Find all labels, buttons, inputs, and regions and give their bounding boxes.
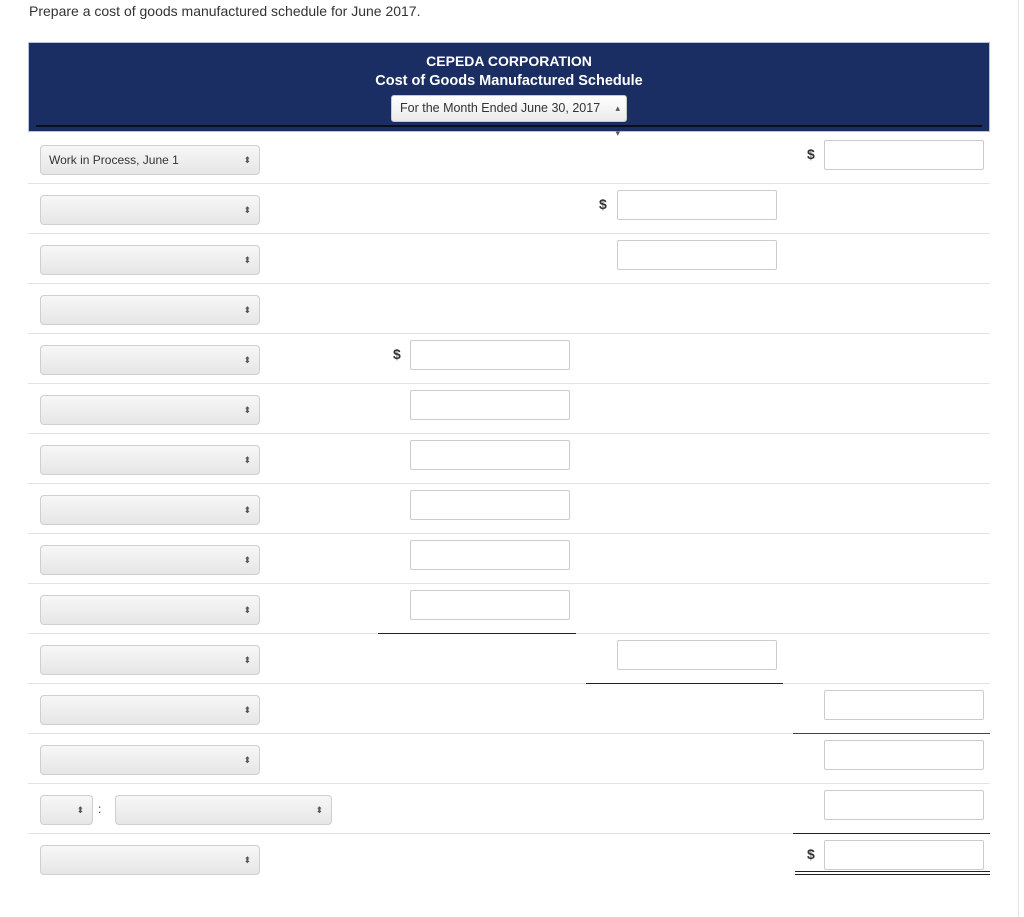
- select-arrows-icon: ⬍: [243, 705, 251, 715]
- period-select[interactable]: For the Month Ended June 30, 2017 ▴ ▾: [391, 95, 627, 138]
- schedule-title: Cost of Goods Manufactured Schedule: [375, 73, 643, 89]
- dollar-sign: $: [807, 846, 815, 862]
- select-arrows-icon: ⬍: [76, 805, 84, 815]
- select-arrows-icon: ⬍: [243, 205, 251, 215]
- colon-separator: :: [98, 802, 102, 816]
- amount-input-col3[interactable]: [824, 790, 984, 820]
- select-arrows-icon: ⬍: [243, 755, 251, 765]
- select-arrows-icon: ⬍: [243, 555, 251, 565]
- schedule-row: ⬍: [28, 534, 990, 584]
- select-arrows-icon: ⬍: [243, 255, 251, 265]
- select-arrows-icon: ⬍: [243, 455, 251, 465]
- account-select[interactable]: ⬍: [40, 695, 260, 725]
- dollar-sign: $: [393, 346, 401, 362]
- schedule-row: Work in Process, June 1 ⬍ $: [28, 134, 990, 184]
- schedule-header: CEPEDA CORPORATION Cost of Goods Manufac…: [28, 42, 990, 138]
- page-edge-divider: [1018, 0, 1019, 917]
- amount-input-col2[interactable]: [617, 190, 777, 220]
- amount-input-col3[interactable]: [824, 690, 984, 720]
- schedule-row: ⬍: [28, 484, 990, 534]
- amount-input-col1[interactable]: [410, 340, 570, 370]
- schedule-row: ⬍: [28, 634, 990, 684]
- amount-input-col1[interactable]: [410, 490, 570, 520]
- amount-input-col3[interactable]: [824, 140, 984, 170]
- account-select[interactable]: ⬍: [40, 245, 260, 275]
- select-arrows-icon: ⬍: [243, 655, 251, 665]
- period-select-value: For the Month Ended June 30, 2017: [400, 101, 601, 115]
- amount-input-col1[interactable]: [410, 440, 570, 470]
- account-select[interactable]: ⬍: [40, 595, 260, 625]
- dollar-sign: $: [807, 146, 815, 162]
- select-arrows-icon: ⬍: [243, 855, 251, 865]
- schedule-row: ⬍: [28, 584, 990, 634]
- company-name: CEPEDA CORPORATION: [426, 53, 592, 69]
- instruction-text: Prepare a cost of goods manufactured sch…: [29, 3, 421, 19]
- schedule-row: ⬍: [28, 434, 990, 484]
- account-select[interactable]: ⬍: [115, 795, 332, 825]
- account-select[interactable]: ⬍: [40, 195, 260, 225]
- schedule-row: ⬍: [28, 234, 990, 284]
- select-arrows-icon: ⬍: [243, 405, 251, 415]
- dollar-sign: $: [599, 196, 607, 212]
- amount-input-col1[interactable]: [410, 590, 570, 620]
- account-select[interactable]: Work in Process, June 1 ⬍: [40, 145, 260, 175]
- select-arrows-icon: ⬍: [243, 505, 251, 515]
- select-arrows-icon: ⬍: [243, 155, 251, 165]
- schedule-row: ⬍ $: [28, 834, 990, 884]
- account-select[interactable]: ⬍: [40, 845, 260, 875]
- amount-input-col3[interactable]: [824, 740, 984, 770]
- select-arrows-icon: ⬍: [243, 605, 251, 615]
- total-double-underline: [795, 871, 990, 875]
- header-rule: [36, 125, 982, 127]
- select-arrows-icon: ⬍: [315, 805, 323, 815]
- account-select[interactable]: ⬍: [40, 745, 260, 775]
- account-select[interactable]: ⬍: [40, 345, 260, 375]
- amount-input-col1[interactable]: [410, 540, 570, 570]
- schedule-row: ⬍: [28, 384, 990, 434]
- account-select[interactable]: ⬍: [40, 295, 260, 325]
- account-select[interactable]: ⬍: [40, 445, 260, 475]
- schedule-row: ⬍: [28, 734, 990, 784]
- account-select[interactable]: ⬍: [40, 545, 260, 575]
- schedule-row: ⬍: [28, 684, 990, 734]
- schedule-row: ⬍ $: [28, 184, 990, 234]
- schedule-row: ⬍ : ⬍: [28, 784, 990, 834]
- account-select-value: Work in Process, June 1: [49, 153, 179, 167]
- account-select[interactable]: ⬍: [40, 395, 260, 425]
- amount-input-col3[interactable]: [824, 840, 984, 870]
- amount-input-col2[interactable]: [617, 640, 777, 670]
- amount-input-col2[interactable]: [617, 240, 777, 270]
- amount-input-col1[interactable]: [410, 390, 570, 420]
- schedule-row: ⬍ $: [28, 334, 990, 384]
- account-select[interactable]: ⬍: [40, 495, 260, 525]
- select-arrows-icon: ⬍: [243, 355, 251, 365]
- schedule-row: ⬍: [28, 284, 990, 334]
- account-select[interactable]: ⬍: [40, 645, 260, 675]
- select-arrows-icon: ⬍: [243, 305, 251, 315]
- prefix-select[interactable]: ⬍: [40, 795, 93, 825]
